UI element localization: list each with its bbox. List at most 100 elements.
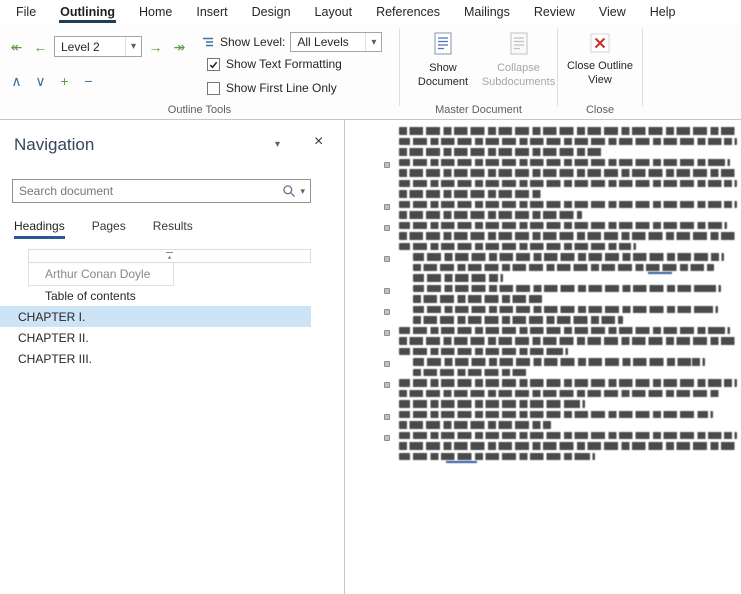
text-line <box>399 390 720 398</box>
outline-level-value: Level 2 <box>55 40 125 54</box>
outline-paragraph-marker-icon[interactable] <box>384 435 390 441</box>
text-line <box>413 274 504 282</box>
menu-tab-design[interactable]: Design <box>240 0 303 23</box>
collapse-button[interactable]: − <box>78 70 99 91</box>
show-level-dropdown[interactable]: All Levels ▾ <box>290 32 382 52</box>
list-item[interactable]: Arthur Conan Doyle <box>28 263 174 286</box>
list-item[interactable]: Table of contents <box>0 286 311 306</box>
word-window: File Outlining Home Insert Design Layout… <box>0 0 741 594</box>
outline-paragraph-marker-icon[interactable] <box>384 309 390 315</box>
outline-paragraph-marker-icon[interactable] <box>384 162 390 168</box>
paragraph <box>399 432 737 461</box>
show-first-line-checkbox[interactable] <box>207 82 220 95</box>
close-outline-view-icon <box>588 31 612 55</box>
text-line <box>399 222 727 230</box>
show-text-formatting-checkbox[interactable] <box>207 58 220 71</box>
search-icon[interactable] <box>282 184 296 198</box>
menu-tab-references[interactable]: References <box>364 0 452 23</box>
outline-move-controls: ∧ ∨ + − <box>6 70 99 91</box>
search-input[interactable] <box>13 184 282 198</box>
outline-paragraph-marker-icon[interactable] <box>384 288 390 294</box>
navigation-options-caret[interactable]: ▾ <box>275 139 280 150</box>
tab-results[interactable]: Results <box>153 219 193 239</box>
scroll-top-icon: ▴ <box>166 252 174 262</box>
tab-pages[interactable]: Pages <box>92 219 126 239</box>
menu-tab-view[interactable]: View <box>587 0 638 23</box>
scroll-to-top-strip[interactable]: ▴ <box>28 249 311 263</box>
list-item[interactable]: CHAPTER II. <box>0 327 311 348</box>
outline-paragraph-marker-icon[interactable] <box>384 361 390 367</box>
menu-tab-help[interactable]: Help <box>638 0 688 23</box>
move-up-icon: ∧ <box>11 74 21 88</box>
show-document-button[interactable]: Show Document <box>408 25 478 109</box>
ribbon-group-master-document: Show Document Collapse Subdocuments Mast… <box>400 23 557 119</box>
move-up-button[interactable]: ∧ <box>6 70 27 91</box>
text-line <box>413 285 721 293</box>
expand-button[interactable]: + <box>54 70 75 91</box>
outline-paragraph-marker-icon[interactable] <box>384 330 390 336</box>
collapse-subdocuments-button[interactable]: Collapse Subdocuments <box>482 25 555 109</box>
show-level-icon <box>201 35 215 49</box>
move-down-button[interactable]: ∨ <box>30 70 51 91</box>
menu-tab-file[interactable]: File <box>4 0 48 23</box>
menu-tab-home[interactable]: Home <box>127 0 184 23</box>
heading-label: CHAPTER I. <box>18 310 85 324</box>
menu-tab-review[interactable]: Review <box>522 0 587 23</box>
chevron-down-icon: ▾ <box>300 186 305 196</box>
demote-icon: → <box>149 40 163 54</box>
list-item[interactable]: CHAPTER III. <box>0 348 311 369</box>
outline-paragraph-marker-icon[interactable] <box>384 382 390 388</box>
paragraph <box>399 358 737 376</box>
paragraph <box>399 306 737 324</box>
text-line <box>399 243 636 251</box>
demote-button[interactable]: → <box>145 36 166 57</box>
paragraph <box>399 253 737 282</box>
ribbon-outlining: ↞ ← Level 2 ▾ → ↠ ∧ ∨ + − Show Level: <box>0 23 741 120</box>
document-text-column <box>399 127 737 460</box>
menu-tab-outlining[interactable]: Outlining <box>48 0 127 23</box>
show-level-label: Show Level: <box>220 35 285 49</box>
navigation-close-button[interactable]: × <box>314 133 323 151</box>
promote-to-heading1-button[interactable]: ↞ <box>6 36 27 57</box>
navigation-pane-title: Navigation <box>14 135 94 155</box>
expand-icon: + <box>60 74 68 88</box>
text-line <box>399 138 737 146</box>
text-line <box>399 411 713 419</box>
chevron-down-icon: ▾ <box>365 33 381 51</box>
document-canvas[interactable] <box>345 120 741 594</box>
search-options-caret[interactable]: ▾ <box>300 186 305 197</box>
paragraph <box>399 201 737 219</box>
text-line <box>413 358 705 366</box>
menu-tab-mailings[interactable]: Mailings <box>452 0 522 23</box>
show-text-formatting-label: Show Text Formatting <box>226 57 342 71</box>
text-line <box>399 432 737 440</box>
outline-paragraph-marker-icon[interactable] <box>384 414 390 420</box>
paragraph <box>399 379 737 408</box>
text-line <box>399 337 737 345</box>
outline-paragraph-marker-icon[interactable] <box>384 225 390 231</box>
heading-label-dimmed: Arthur Conan Doyle <box>29 267 150 281</box>
text-line <box>413 295 543 303</box>
checkmark-icon <box>208 59 219 70</box>
paragraph <box>399 222 737 251</box>
list-item-selected[interactable]: CHAPTER I. <box>0 306 311 327</box>
chevron-down-icon: ▾ <box>275 139 280 150</box>
collapse-icon: − <box>84 74 92 88</box>
text-line <box>413 316 624 324</box>
show-document-icon <box>430 31 456 57</box>
outline-paragraph-marker-icon[interactable] <box>384 204 390 210</box>
close-outline-view-button[interactable]: Close Outline View <box>564 25 636 109</box>
navigation-tabs: Headings Pages Results <box>14 219 193 239</box>
text-line <box>399 159 730 167</box>
text-line <box>399 453 595 461</box>
outline-level-dropdown[interactable]: Level 2 ▾ <box>54 36 142 57</box>
promote-icon: ← <box>34 40 48 54</box>
menu-tab-insert[interactable]: Insert <box>184 0 239 23</box>
promote-button[interactable]: ← <box>30 36 51 57</box>
search-tools: ▾ <box>282 184 310 198</box>
text-line <box>399 348 568 356</box>
outline-paragraph-marker-icon[interactable] <box>384 256 390 262</box>
tab-headings[interactable]: Headings <box>14 219 65 239</box>
menu-tab-layout[interactable]: Layout <box>303 0 365 23</box>
demote-to-body-button[interactable]: ↠ <box>169 36 190 57</box>
